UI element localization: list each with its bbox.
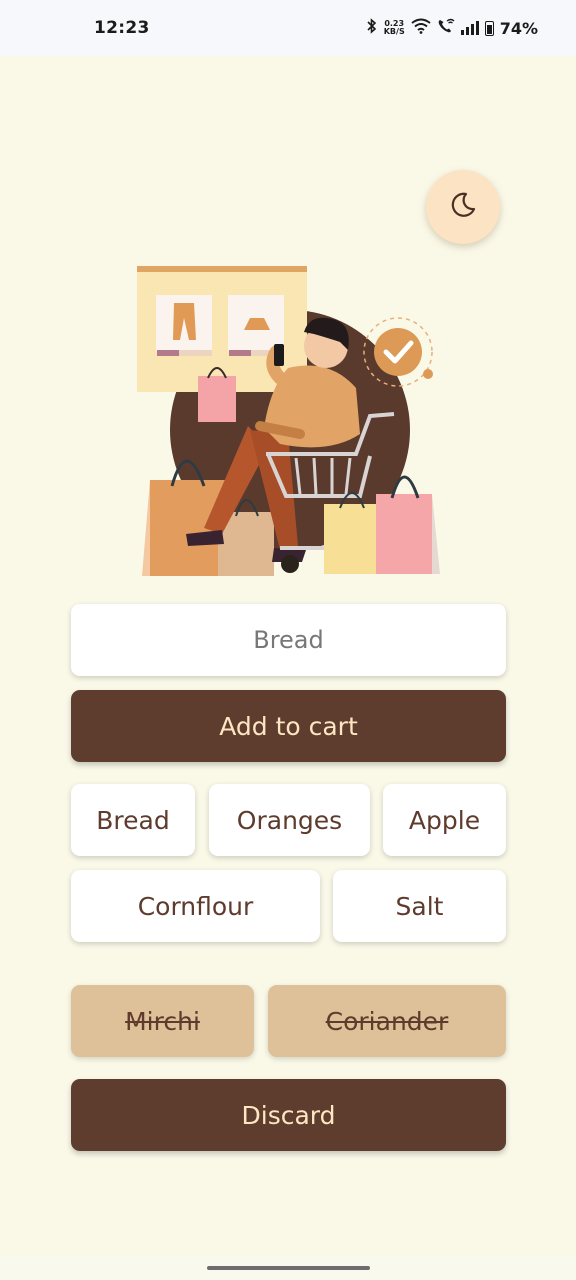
- cart-item-chip[interactable]: Apple: [383, 784, 506, 856]
- moon-icon: [449, 191, 477, 223]
- battery-icon: [484, 20, 494, 36]
- theme-toggle-button[interactable]: [426, 170, 500, 244]
- network-speed: 0.23 KB/S: [384, 20, 405, 36]
- wifi-calling-icon: [437, 18, 455, 38]
- discard-button[interactable]: Discard: [71, 1079, 506, 1151]
- cart-item-chip[interactable]: Oranges: [209, 784, 370, 856]
- add-to-cart-button[interactable]: Add to cart: [71, 690, 506, 762]
- bluetooth-icon: [366, 18, 378, 38]
- item-input[interactable]: [71, 604, 506, 676]
- cart-item-chip[interactable]: Bread: [71, 784, 195, 856]
- net-speed-unit: KB/S: [383, 27, 405, 36]
- shopping-cart-illustration: [130, 258, 450, 580]
- cart-item-chip[interactable]: Salt: [333, 870, 506, 942]
- completed-item-chip[interactable]: Mirchi: [71, 985, 254, 1057]
- signal-strength-icon: [460, 21, 479, 35]
- battery-percent: 74%: [499, 18, 538, 38]
- completed-item-chip[interactable]: Coriander: [268, 985, 506, 1057]
- status-time: 12:23: [94, 18, 150, 38]
- home-indicator[interactable]: [207, 1266, 370, 1270]
- cart-item-chip[interactable]: Cornflour: [71, 870, 320, 942]
- status-icons: 0.23 KB/S 74%: [366, 18, 538, 38]
- wifi-icon: [411, 18, 431, 38]
- status-bar: 12:23 0.23 KB/S 74%: [0, 0, 576, 56]
